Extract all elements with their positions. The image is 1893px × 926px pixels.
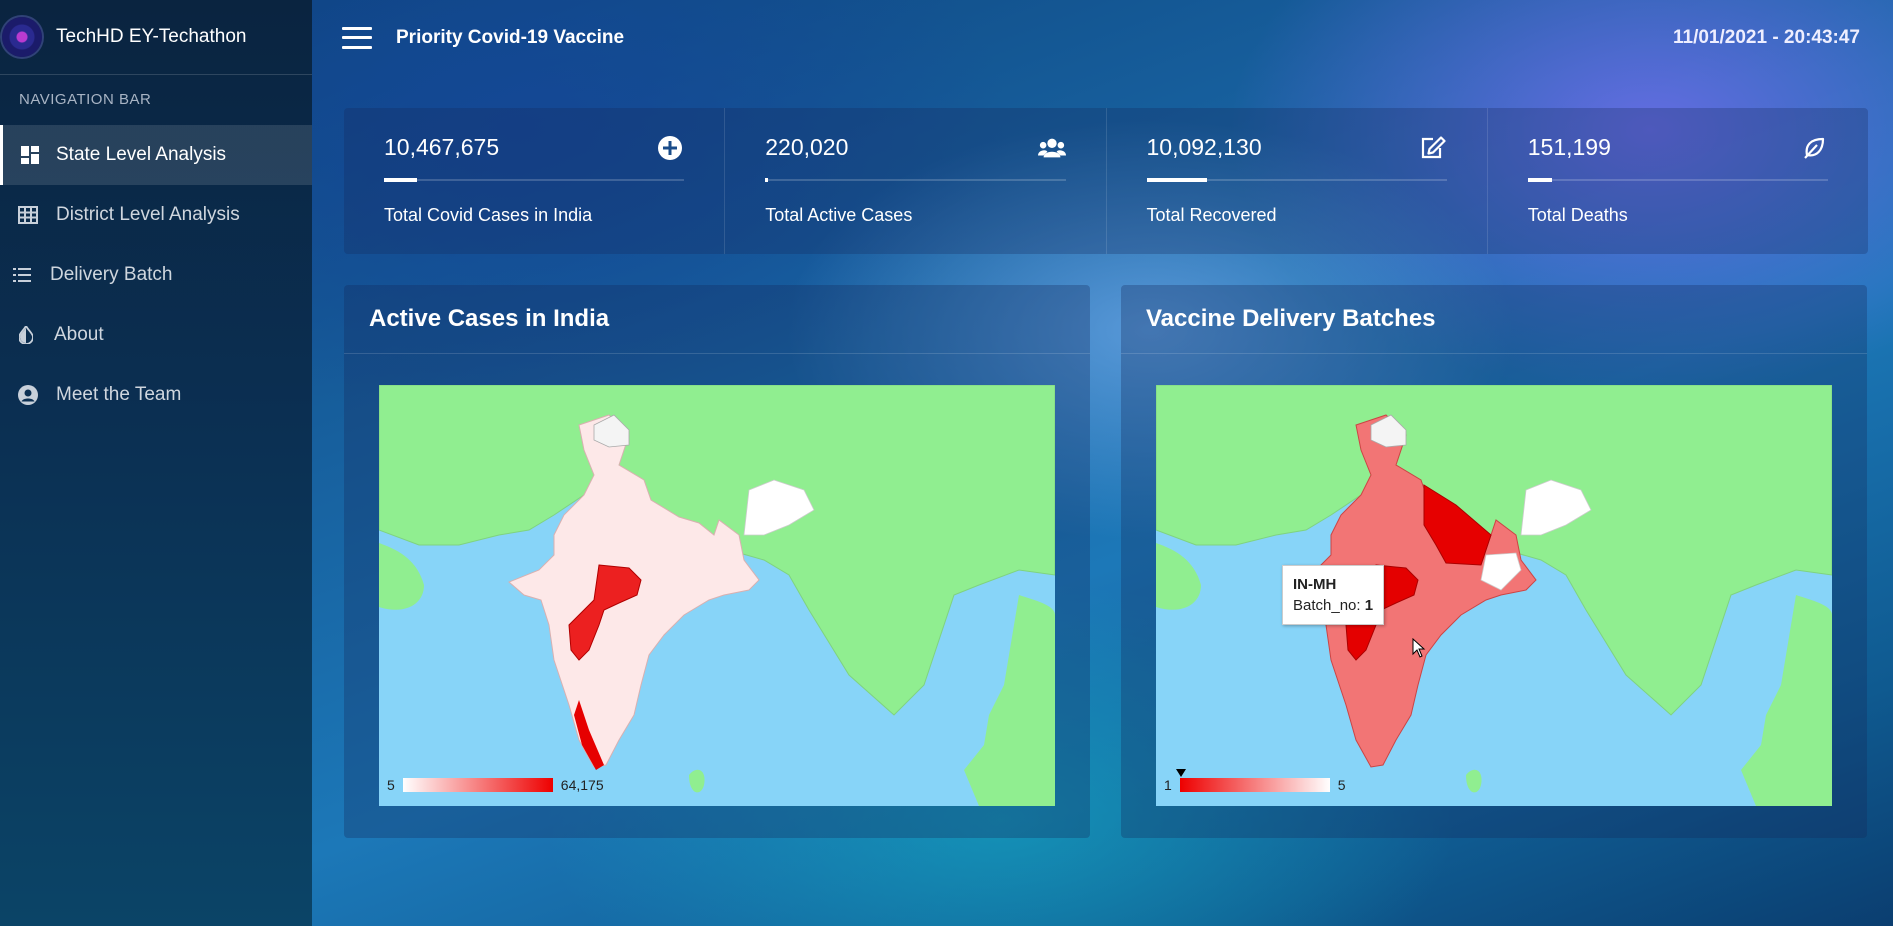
stat-value: 10,092,130 — [1146, 134, 1262, 160]
progress-track — [1146, 178, 1447, 182]
legend-gradient — [402, 778, 553, 792]
active-cases-map-svg[interactable] — [379, 385, 1055, 806]
sidebar-item-label: Meet the Team — [56, 384, 182, 405]
dashboard-icon — [3, 146, 56, 164]
edit-icon — [1419, 134, 1447, 162]
legend-marker-icon — [1175, 769, 1186, 777]
page-title: Priority Covid-19 Vaccine — [396, 26, 625, 48]
nav-heading: NAVIGATION BAR — [19, 91, 152, 108]
list-icon — [0, 268, 50, 282]
legend-min: 1 — [1164, 777, 1172, 793]
stat-deaths: 151,199 Total Deaths — [1488, 108, 1868, 254]
sidebar: TechHD EY-Techathon NAVIGATION BAR State… — [0, 0, 312, 926]
hamburger-menu-icon[interactable] — [342, 26, 372, 49]
progress-track — [765, 178, 1066, 182]
sidebar-item-meet-the-team[interactable]: Meet the Team — [0, 365, 312, 425]
sidebar-item-delivery-batch[interactable]: Delivery Batch — [0, 245, 312, 305]
brand-logo-icon — [2, 17, 42, 57]
tooltip-value: 1 — [1364, 597, 1374, 614]
progress-track — [384, 178, 685, 182]
tooltip-title: IN-MH — [1293, 576, 1337, 593]
stat-active-cases: 220,020 Total Active Cases — [725, 108, 1107, 254]
progress-fill — [384, 178, 418, 182]
mouse-cursor-icon — [1412, 638, 1426, 658]
stats-panel: 10,467,675 Total Covid Cases in India 22… — [344, 108, 1868, 254]
color-legend: 5 64,175 — [387, 777, 604, 793]
stat-label: Total Deaths — [1527, 205, 1628, 225]
legend-max: 5 — [1337, 777, 1346, 793]
delivery-batches-map[interactable]: IN-MH Batch_no: 1 1 5 — [1156, 385, 1832, 806]
grid-table-icon — [0, 206, 56, 224]
map-tooltip: IN-MH Batch_no: 1 — [1282, 565, 1385, 625]
active-cases-map[interactable]: 5 64,175 — [379, 385, 1055, 806]
progress-track — [1527, 178, 1828, 182]
stat-value: 220,020 — [765, 134, 849, 160]
card-title: Vaccine Delivery Batches — [1121, 285, 1867, 354]
legend-min: 5 — [387, 777, 395, 793]
topbar: Priority Covid-19 Vaccine 11/01/2021 - 2… — [312, 0, 1893, 75]
brand[interactable]: TechHD EY-Techathon — [0, 0, 312, 75]
progress-fill — [1146, 178, 1207, 182]
datetime-display: 11/01/2021 - 20:43:47 — [1673, 26, 1860, 48]
legend-max: 64,175 — [560, 777, 604, 793]
sidebar-item-label: Delivery Batch — [50, 264, 173, 285]
brand-name: TechHD EY-Techathon — [56, 26, 247, 47]
stat-label: Total Recovered — [1146, 205, 1277, 225]
active-cases-card: Active Cases in India 5 64,175 — [344, 285, 1090, 838]
legend-gradient — [1175, 769, 1330, 792]
sidebar-item-district-level-analysis[interactable]: District Level Analysis — [0, 185, 312, 245]
stat-label: Total Active Cases — [765, 205, 913, 225]
stat-label: Total Covid Cases in India — [384, 205, 593, 225]
sidebar-item-label: About — [54, 324, 104, 345]
leaf-icon — [1800, 134, 1828, 162]
contrast-drop-icon — [0, 326, 54, 344]
users-icon — [1037, 134, 1066, 162]
card-title: Active Cases in India — [344, 285, 1090, 354]
color-legend: 1 5 — [1164, 769, 1346, 793]
progress-fill — [765, 178, 769, 182]
tooltip-label: Batch_no: — [1293, 597, 1361, 614]
stat-recovered: 10,092,130 Total Recovered — [1107, 108, 1488, 254]
user-circle-icon — [0, 385, 56, 405]
sidebar-item-about[interactable]: About — [0, 305, 312, 365]
tooltip-row: Batch_no: 1 — [1293, 595, 1373, 616]
sidebar-item-state-level-analysis[interactable]: State Level Analysis — [0, 125, 312, 185]
stat-value: 10,467,675 — [384, 134, 500, 160]
stat-value: 151,199 — [1527, 134, 1611, 160]
progress-fill — [1527, 178, 1552, 182]
sidebar-item-label: District Level Analysis — [56, 204, 240, 225]
delivery-batches-map-svg[interactable] — [1156, 385, 1832, 806]
vaccine-delivery-card: Vaccine Delivery Batches IN-MH Batch_no:… — [1121, 285, 1867, 838]
stat-total-cases: 10,467,675 Total Covid Cases in India — [344, 108, 726, 254]
sidebar-item-label: State Level Analysis — [56, 144, 227, 165]
plus-circle-icon — [656, 134, 684, 162]
